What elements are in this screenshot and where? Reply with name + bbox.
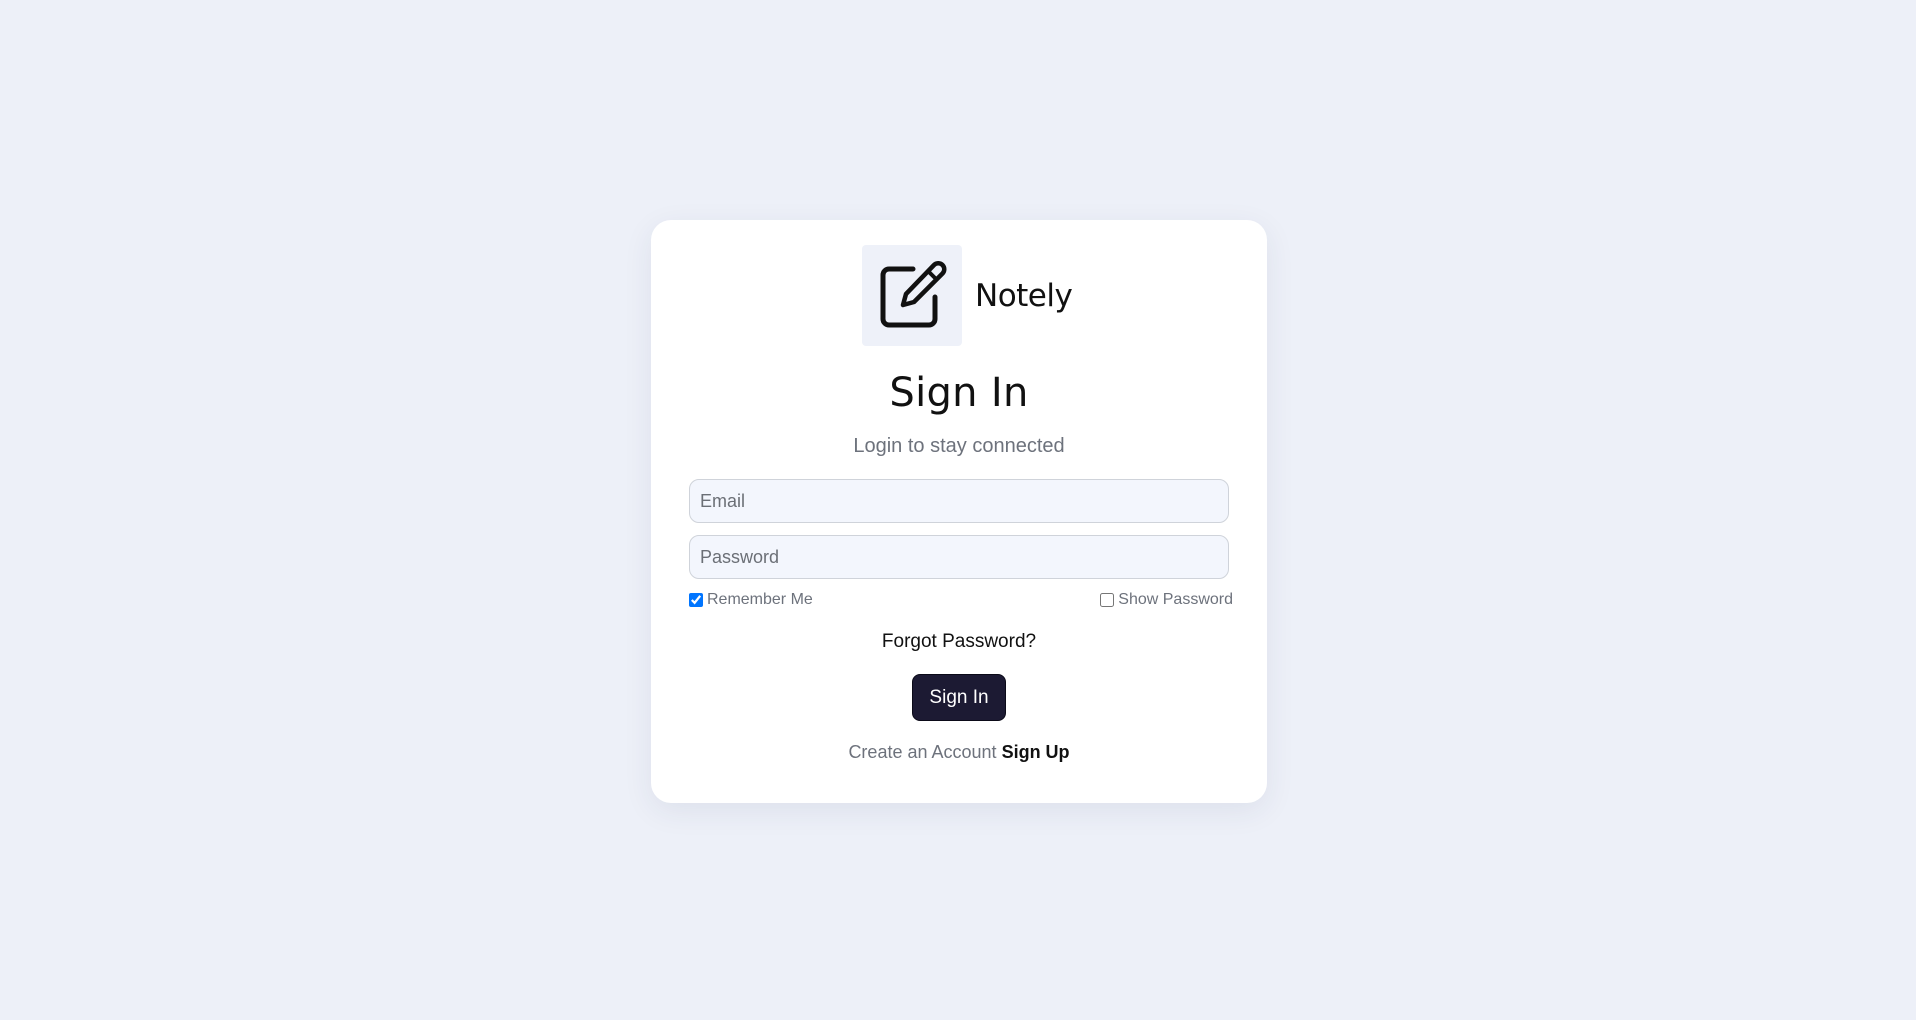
login-page: Notely Sign In Login to stay connected R…	[0, 0, 1916, 1020]
forgot-password-link[interactable]: Forgot Password?	[651, 631, 1267, 653]
sign-up-link[interactable]: Sign Up	[1002, 742, 1070, 762]
show-password-checkbox[interactable]	[1100, 593, 1115, 607]
email-field[interactable]	[689, 479, 1229, 523]
remember-me-checkbox[interactable]	[689, 593, 703, 607]
logo	[862, 245, 962, 346]
edit-note-icon	[880, 260, 947, 327]
page-title: Sign In	[889, 370, 1029, 416]
remember-me-label: Remember Me	[707, 591, 813, 608]
remember-me-option[interactable]: Remember Me	[689, 591, 813, 609]
signup-prompt: Create an Account Sign Up	[651, 742, 1267, 763]
brand: Notely	[862, 245, 1073, 346]
signup-prompt-text: Create an Account	[848, 742, 997, 762]
password-field[interactable]	[689, 535, 1229, 579]
show-password-option[interactable]: Show Password	[1100, 591, 1233, 609]
page-subtitle: Login to stay connected	[853, 435, 1065, 457]
sign-in-button[interactable]: Sign In	[912, 674, 1006, 721]
brand-name: Notely	[975, 277, 1073, 314]
show-password-label: Show Password	[1118, 591, 1233, 608]
login-card: Notely Sign In Login to stay connected R…	[651, 220, 1267, 803]
